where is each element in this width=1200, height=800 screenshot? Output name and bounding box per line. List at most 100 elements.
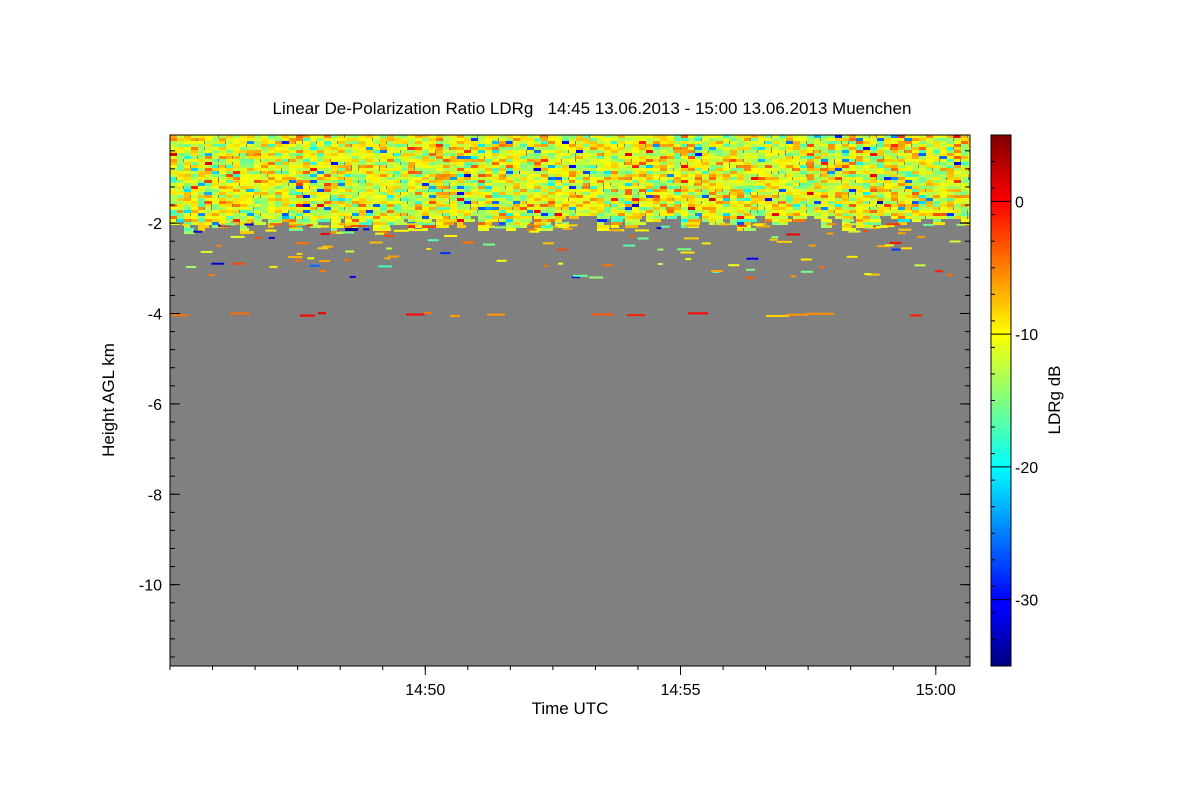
heatmap-cell bbox=[771, 236, 779, 239]
heatmap-cell bbox=[667, 141, 674, 144]
heatmap-cell bbox=[688, 177, 696, 180]
heatmap-cell bbox=[289, 183, 296, 186]
heatmap-cell bbox=[758, 153, 766, 156]
heatmap-cell bbox=[373, 198, 380, 201]
heatmap-cell bbox=[779, 219, 792, 222]
heatmap-cell bbox=[576, 186, 582, 189]
heatmap-cell bbox=[765, 162, 772, 165]
heatmap-cell bbox=[821, 225, 832, 228]
heatmap-cell bbox=[884, 153, 892, 156]
heatmap-cell bbox=[177, 195, 184, 198]
heatmap-cell bbox=[548, 171, 555, 174]
heatmap-cell bbox=[268, 225, 274, 228]
heatmap-cell bbox=[275, 183, 283, 186]
heatmap-cell bbox=[181, 223, 189, 226]
heatmap-cell bbox=[247, 165, 255, 168]
heatmap-cell bbox=[401, 192, 408, 195]
heatmap-cell bbox=[352, 192, 358, 195]
heatmap-cell bbox=[667, 147, 673, 150]
heatmap-cell bbox=[558, 262, 564, 265]
heatmap-cell bbox=[884, 147, 890, 150]
heatmap-cell bbox=[632, 216, 642, 219]
heatmap-cell bbox=[282, 198, 290, 201]
heatmap-cell bbox=[457, 138, 464, 141]
heatmap-cell bbox=[723, 141, 729, 144]
heatmap-cell bbox=[667, 180, 673, 183]
heatmap-cell bbox=[877, 141, 884, 144]
heatmap-cell bbox=[464, 150, 471, 153]
heatmap-cell bbox=[863, 141, 870, 144]
heatmap-cell bbox=[193, 230, 203, 233]
heatmap-cell bbox=[597, 219, 607, 222]
heatmap-cell bbox=[677, 248, 692, 251]
heatmap-cell bbox=[786, 165, 793, 168]
heatmap-cell bbox=[429, 195, 436, 198]
heatmap-cell bbox=[555, 144, 563, 147]
heatmap-cell bbox=[184, 186, 191, 189]
heatmap-cell bbox=[737, 144, 745, 147]
heatmap-cell bbox=[709, 198, 715, 201]
heatmap-cell bbox=[716, 171, 723, 174]
heatmap-cell bbox=[492, 171, 499, 174]
heatmap-cell bbox=[422, 153, 429, 156]
heatmap-cell bbox=[562, 147, 570, 150]
heatmap-cell bbox=[674, 192, 682, 195]
heatmap-cell bbox=[184, 213, 190, 216]
heatmap-cell bbox=[807, 162, 813, 165]
heatmap-cell bbox=[548, 180, 555, 183]
heatmap-cell bbox=[380, 141, 386, 144]
heatmap-cell bbox=[345, 207, 352, 210]
heatmap-cell bbox=[415, 189, 422, 192]
heatmap-cell bbox=[576, 210, 584, 213]
heatmap-cell bbox=[254, 198, 262, 201]
colorbar-tick-label: -30 bbox=[1015, 593, 1038, 610]
heatmap-cell bbox=[826, 223, 837, 226]
heatmap-cell bbox=[751, 207, 758, 210]
heatmap-cell bbox=[424, 312, 432, 315]
heatmap-cell bbox=[674, 168, 682, 171]
heatmap-cell bbox=[919, 162, 926, 165]
heatmap-cell bbox=[884, 168, 892, 171]
heatmap-cell bbox=[177, 180, 184, 183]
heatmap-cell bbox=[191, 156, 197, 159]
heatmap-cell bbox=[709, 168, 716, 171]
heatmap-cell bbox=[681, 144, 687, 147]
heatmap-cell bbox=[793, 195, 800, 198]
heatmap-cell bbox=[569, 210, 575, 213]
heatmap-cell bbox=[492, 204, 499, 207]
heatmap-cell bbox=[296, 183, 303, 186]
heatmap-cell bbox=[300, 314, 315, 317]
heatmap-cell bbox=[723, 165, 729, 168]
heatmap-cell bbox=[917, 235, 926, 238]
heatmap-cell bbox=[660, 156, 668, 159]
heatmap-cell bbox=[538, 223, 546, 226]
heatmap-cell bbox=[653, 195, 659, 198]
heatmap-cell bbox=[751, 204, 757, 207]
heatmap-cell bbox=[485, 219, 498, 222]
heatmap-cell bbox=[345, 216, 351, 219]
heatmap-cell bbox=[269, 223, 283, 226]
heatmap-cell bbox=[821, 204, 829, 207]
heatmap-cell bbox=[695, 201, 701, 204]
heatmap-cell bbox=[926, 147, 933, 150]
heatmap-cell bbox=[485, 156, 492, 159]
heatmap-cell bbox=[744, 228, 756, 231]
heatmap-cell bbox=[443, 156, 451, 159]
heatmap-cell bbox=[527, 141, 535, 144]
heatmap-cell bbox=[275, 165, 283, 168]
heatmap-cell bbox=[576, 165, 583, 168]
heatmap-cell bbox=[387, 222, 395, 225]
heatmap-cell bbox=[359, 213, 367, 216]
heatmap-cell bbox=[408, 153, 416, 156]
heatmap-cell bbox=[814, 174, 820, 177]
heatmap-cell bbox=[737, 138, 745, 141]
heatmap-cell bbox=[891, 162, 899, 165]
heatmap-cell bbox=[737, 159, 743, 162]
heatmap-cell bbox=[548, 144, 556, 147]
heatmap-cell bbox=[968, 141, 970, 144]
heatmap-cell bbox=[422, 219, 432, 222]
heatmap-cell bbox=[541, 195, 548, 198]
heatmap-cell bbox=[779, 183, 786, 186]
heatmap-cell bbox=[443, 183, 449, 186]
heatmap-cell bbox=[765, 150, 771, 153]
